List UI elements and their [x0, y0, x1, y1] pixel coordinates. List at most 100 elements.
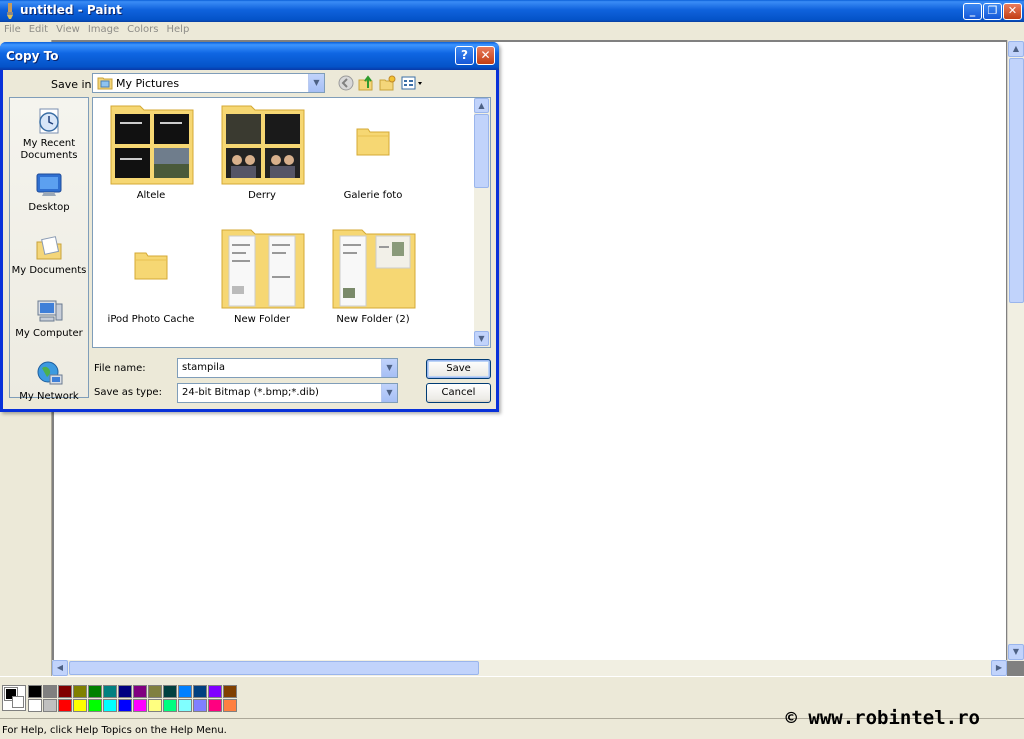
- folder-item-new-folder[interactable]: New Folder: [207, 226, 317, 330]
- vertical-scroll-thumb[interactable]: [1009, 58, 1024, 303]
- place-label: My Recent Documents: [20, 138, 78, 161]
- menu-file[interactable]: File: [0, 22, 25, 37]
- minimize-button[interactable]: _: [963, 3, 982, 20]
- color-swatch[interactable]: [208, 699, 222, 712]
- menu-colors[interactable]: Colors: [123, 22, 162, 37]
- color-swatch[interactable]: [148, 685, 162, 698]
- item-label: New Folder: [234, 314, 290, 325]
- save-type-label: Save as type:: [94, 387, 162, 398]
- color-swatch[interactable]: [163, 699, 177, 712]
- scroll-up-icon[interactable]: ▲: [474, 98, 489, 113]
- background-color: [12, 696, 24, 708]
- color-swatch[interactable]: [103, 699, 117, 712]
- place-my-documents[interactable]: My Documents: [10, 233, 88, 277]
- chevron-down-icon[interactable]: ▼: [381, 384, 397, 402]
- chevron-down-icon[interactable]: ▼: [308, 74, 324, 92]
- scroll-left-icon[interactable]: ◀: [52, 660, 68, 676]
- item-label: Derry: [248, 190, 276, 201]
- color-swatch[interactable]: [118, 699, 132, 712]
- scroll-up-icon[interactable]: ▲: [1008, 41, 1024, 57]
- save-type-dropdown[interactable]: 24-bit Bitmap (*.bmp;*.dib) ▼: [177, 383, 398, 403]
- color-swatch[interactable]: [58, 699, 72, 712]
- color-swatch[interactable]: [73, 685, 87, 698]
- desktop-icon: [36, 173, 62, 196]
- cancel-button[interactable]: Cancel: [426, 383, 491, 403]
- color-swatch[interactable]: [43, 685, 57, 698]
- scroll-down-icon[interactable]: ▼: [474, 331, 489, 346]
- dialog-title: Copy To: [6, 49, 59, 63]
- color-swatch[interactable]: [88, 699, 102, 712]
- color-swatch[interactable]: [178, 699, 192, 712]
- status-help-text: For Help, click Help Topics on the Help …: [2, 725, 227, 736]
- scroll-down-icon[interactable]: ▼: [1008, 644, 1024, 660]
- restore-button[interactable]: ❐: [983, 3, 1002, 20]
- color-swatch[interactable]: [223, 699, 237, 712]
- save-in-dropdown[interactable]: My Pictures ▼: [92, 73, 325, 93]
- folder-item-ipod-photo-cache[interactable]: iPod Photo Cache: [96, 226, 206, 330]
- save-type-value: 24-bit Bitmap (*.bmp;*.dib): [182, 387, 319, 398]
- color-swatch[interactable]: [43, 699, 57, 712]
- scroll-right-icon[interactable]: ▶: [991, 660, 1007, 676]
- status-bar: For Help, click Help Topics on the Help …: [0, 707, 1024, 739]
- folder-thumbnail-icon: [110, 105, 194, 185]
- color-swatch[interactable]: [163, 685, 177, 698]
- recent-documents-icon: [39, 108, 59, 134]
- file-list-scrollbar[interactable]: ▲ ▼: [474, 98, 490, 347]
- color-swatch[interactable]: [103, 685, 117, 698]
- color-swatch[interactable]: [73, 699, 87, 712]
- chevron-down-icon[interactable]: ▼: [381, 359, 397, 377]
- place-label: Desktop: [28, 202, 70, 213]
- color-swatch[interactable]: [193, 699, 207, 712]
- menu-image[interactable]: Image: [84, 22, 123, 37]
- file-name-field[interactable]: stampila ▼: [177, 358, 398, 378]
- file-list-scroll-thumb[interactable]: [474, 114, 489, 188]
- dialog-close-button[interactable]: ✕: [476, 46, 495, 65]
- my-network-icon: [37, 361, 63, 385]
- up-folder-icon[interactable]: [357, 74, 375, 92]
- folder-item-galerie-foto[interactable]: Galerie foto: [318, 102, 428, 206]
- back-icon[interactable]: [337, 74, 355, 92]
- color-swatch[interactable]: [148, 699, 162, 712]
- copyright-watermark: © www.robintel.ro: [785, 707, 980, 729]
- color-swatch[interactable]: [88, 685, 102, 698]
- color-swatch[interactable]: [28, 685, 42, 698]
- menu-edit[interactable]: Edit: [25, 22, 52, 37]
- window-titlebar: untitled - Paint _ ❐ ✕: [0, 0, 1024, 22]
- file-list[interactable]: Altele Derry Galerie foto iPod Photo Cac…: [92, 97, 491, 348]
- place-my-recent-documents[interactable]: My Recent Documents: [10, 106, 88, 162]
- folder-item-derry[interactable]: Derry: [207, 102, 317, 206]
- place-my-computer[interactable]: My Computer: [10, 296, 88, 340]
- dialog-help-button[interactable]: ?: [455, 46, 474, 65]
- menu-view[interactable]: View: [52, 22, 84, 37]
- copy-to-dialog: Copy To ? ✕ Save in: My Pictures ▼ My Re…: [0, 42, 499, 412]
- color-swatch[interactable]: [208, 685, 222, 698]
- close-button[interactable]: ✕: [1003, 3, 1022, 20]
- place-desktop[interactable]: Desktop: [10, 170, 88, 214]
- color-swatch[interactable]: [28, 699, 42, 712]
- my-computer-icon: [37, 300, 63, 322]
- color-swatch[interactable]: [193, 685, 207, 698]
- color-swatch[interactable]: [133, 685, 147, 698]
- current-colors: [2, 685, 26, 711]
- folder-thumbnail-icon: [332, 229, 416, 309]
- place-my-network[interactable]: My Network: [10, 359, 88, 403]
- views-menu-icon[interactable]: [400, 74, 424, 92]
- item-label: Altele: [136, 190, 166, 201]
- color-swatch[interactable]: [133, 699, 147, 712]
- save-button[interactable]: Save: [426, 359, 491, 379]
- folder-item-new-folder-2[interactable]: New Folder (2): [318, 226, 428, 330]
- color-swatch[interactable]: [118, 685, 132, 698]
- horizontal-scrollbar[interactable]: ◀ ▶: [52, 660, 1007, 676]
- folder-thumbnail-icon: [221, 229, 305, 309]
- color-swatch[interactable]: [223, 685, 237, 698]
- new-folder-icon[interactable]: [378, 74, 396, 92]
- horizontal-scroll-thumb[interactable]: [69, 661, 479, 675]
- folder-item-altele[interactable]: Altele: [96, 102, 206, 206]
- my-documents-icon: [36, 236, 62, 260]
- menu-help[interactable]: Help: [163, 22, 194, 37]
- folder-icon: [356, 128, 390, 156]
- color-swatch[interactable]: [58, 685, 72, 698]
- vertical-scrollbar[interactable]: ▲ ▼: [1007, 40, 1024, 661]
- color-swatch[interactable]: [178, 685, 192, 698]
- save-in-value: My Pictures: [116, 77, 180, 90]
